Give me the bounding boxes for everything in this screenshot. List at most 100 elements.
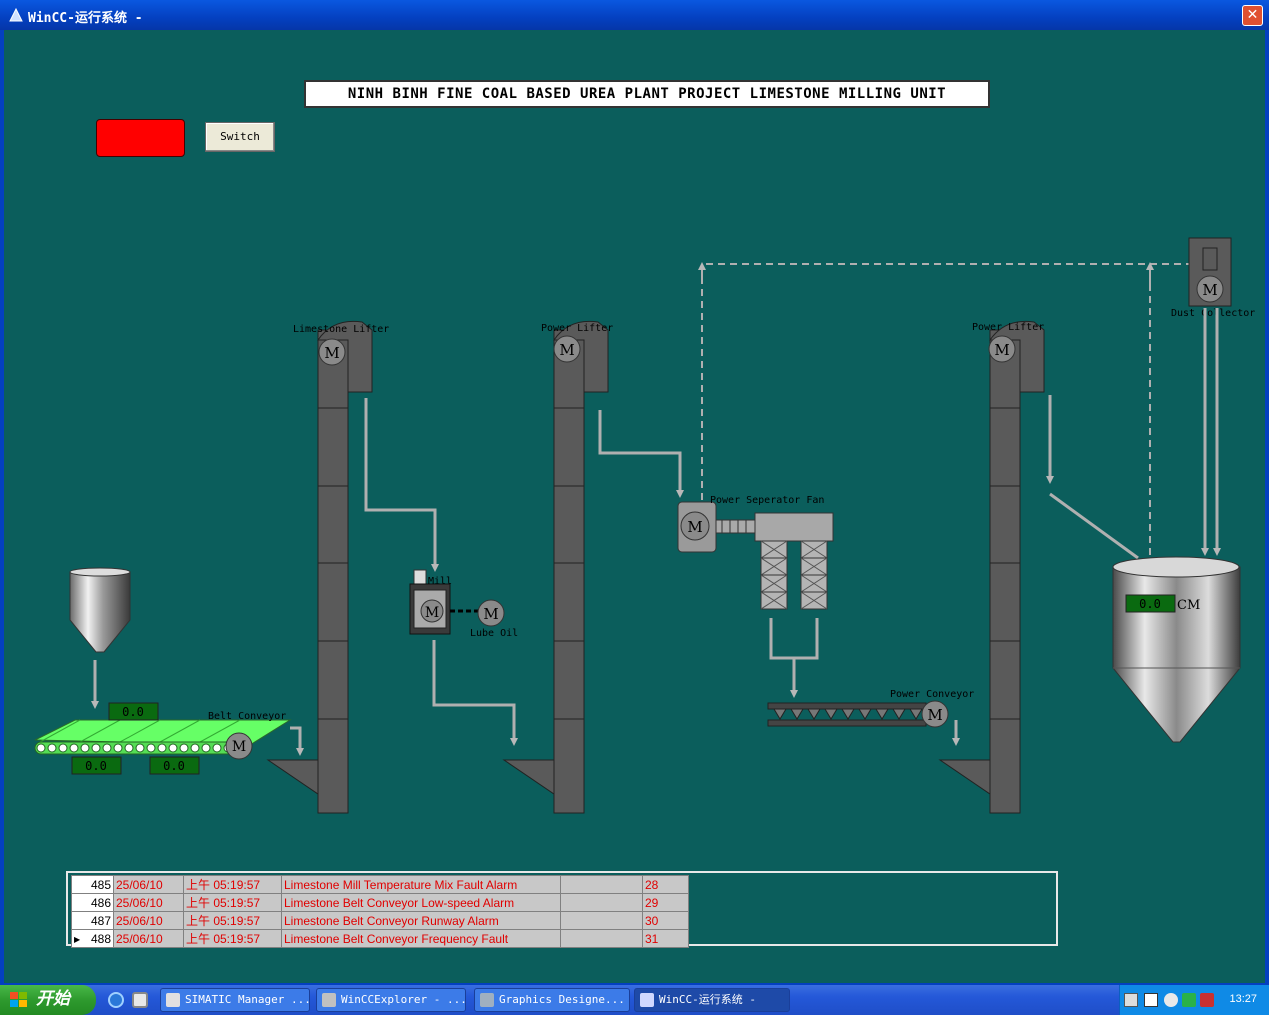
alarm-number-text: 485 bbox=[90, 877, 111, 892]
alarm-row[interactable]: ▶ 488 25/06/10 上午 05:19:57 Limestone Belt Co… bbox=[71, 929, 689, 948]
alarm-time-text: 上午 05:19:57 bbox=[186, 896, 261, 910]
alarm-code: 30 bbox=[642, 911, 689, 930]
power-lifter-1-motor-letter: M bbox=[559, 341, 574, 359]
alarm-code-text: 29 bbox=[645, 895, 659, 910]
alarm-row[interactable]: 487 25/06/10 上午 05:19:57 Limestone Belt Con… bbox=[71, 911, 689, 930]
alarm-number-text: 487 bbox=[90, 913, 111, 928]
alarm-code: 31 bbox=[642, 929, 689, 948]
alarm-code-text: 31 bbox=[645, 931, 659, 946]
desktop-quicklaunch-icon[interactable] bbox=[132, 992, 148, 1008]
power-lifter-2-motor[interactable]: M bbox=[988, 335, 1016, 363]
alarm-row[interactable]: 485 25/06/10 上午 05:19:57 Limestone Mill Tem… bbox=[71, 875, 689, 894]
power-conveyor-motor[interactable]: M bbox=[921, 700, 949, 728]
taskbar-task-3[interactable]: Graphics Designe... bbox=[474, 988, 630, 1012]
keyboard-icon[interactable] bbox=[1124, 993, 1138, 1007]
clock[interactable]: 13:27 bbox=[1229, 993, 1257, 1005]
alarm-table[interactable]: 485 25/06/10 上午 05:19:57 Limestone Mill Tem… bbox=[71, 875, 689, 948]
limestone-lifter-motor[interactable]: M bbox=[318, 338, 346, 366]
limestone-lifter-label: Limestone Lifter bbox=[293, 324, 389, 335]
dust-collector-motor-letter: M bbox=[1202, 281, 1217, 299]
product-silo[interactable] bbox=[1112, 556, 1241, 743]
start-button[interactable]: 开始 bbox=[0, 985, 96, 1015]
separator-fan[interactable]: M bbox=[677, 501, 757, 553]
silo-level-value: 0.0 bbox=[1139, 597, 1161, 611]
system-tray: 13:27 bbox=[1119, 985, 1269, 1015]
belt-load-readout: 0.0 bbox=[149, 756, 200, 775]
belt-current-readout: 0.0 bbox=[71, 756, 122, 775]
help-icon[interactable] bbox=[1144, 993, 1158, 1007]
belt-left-value: 0.0 bbox=[85, 759, 107, 773]
alarm-row[interactable]: 486 25/06/10 上午 05:19:57 Limestone Belt Con… bbox=[71, 893, 689, 912]
windows-taskbar: 开始 SIMATIC Manager ... WinCCExplorer - ..… bbox=[0, 985, 1269, 1015]
alarm-time: 上午 05:19:57 bbox=[183, 893, 282, 912]
limestone-lifter-motor-letter: M bbox=[324, 344, 339, 362]
dust-return-line bbox=[701, 263, 1198, 500]
alarm-time: 上午 05:19:57 bbox=[183, 929, 282, 948]
alarm-date-text: 25/06/10 bbox=[116, 895, 163, 910]
taskbar-task-2[interactable]: WinCCExplorer - ... bbox=[316, 988, 466, 1012]
alarm-time: 上午 05:19:57 bbox=[183, 911, 282, 930]
belt-discharge-pipe bbox=[290, 726, 304, 756]
mill-to-lifter-pipe bbox=[432, 640, 518, 746]
alarm-code-text: 28 bbox=[645, 877, 659, 892]
alarm-date: 25/06/10 bbox=[113, 893, 184, 912]
dust-collector-feed-pipes bbox=[1203, 308, 1219, 545]
dust-collector[interactable]: M bbox=[1188, 237, 1232, 307]
alarm-list-panel[interactable]: 485 25/06/10 上午 05:19:57 Limestone Mill Tem… bbox=[66, 871, 1058, 948]
selected-row-marker-icon: ▶ bbox=[74, 934, 81, 944]
mill-motor-letter: M bbox=[425, 605, 439, 621]
task-app-icon bbox=[322, 993, 336, 1007]
alarm-number-text: 488 bbox=[90, 931, 111, 946]
alarm-time-text: 上午 05:19:57 bbox=[186, 878, 261, 892]
power-lifter-1-motor[interactable]: M bbox=[553, 335, 581, 363]
alarm-message: Limestone Mill Temperature Mix Fault Ala… bbox=[281, 875, 561, 894]
alarm-time-text: 上午 05:19:57 bbox=[186, 914, 261, 928]
security-icon[interactable] bbox=[1200, 993, 1214, 1007]
powder-separator[interactable] bbox=[754, 512, 834, 610]
alarm-number: 486 bbox=[71, 893, 114, 912]
tray-chevron-icon[interactable] bbox=[1164, 993, 1178, 1007]
alarm-number-text: 486 bbox=[90, 895, 111, 910]
alarm-number: 485 bbox=[71, 875, 114, 894]
lube-oil-motor-letter: M bbox=[483, 605, 498, 623]
start-label: 开始 bbox=[36, 989, 70, 1009]
power-lifter-1[interactable] bbox=[502, 320, 609, 814]
belt-speed-readout: 0.0 bbox=[108, 702, 159, 721]
network-icon[interactable] bbox=[1182, 993, 1196, 1007]
power-conveyor[interactable] bbox=[767, 702, 927, 727]
status-indicator-light bbox=[96, 119, 185, 157]
alarm-time-text: 上午 05:19:57 bbox=[186, 932, 261, 946]
power-lifter-2-motor-letter: M bbox=[994, 341, 1009, 359]
alarm-message: Limestone Belt Conveyor Runway Alarm bbox=[281, 911, 561, 930]
lifter-to-silo-pipe-b bbox=[1049, 492, 1139, 560]
task-label: Graphics Designe... bbox=[499, 993, 625, 1006]
lifter-to-fan-pipe bbox=[598, 410, 684, 498]
ie-quicklaunch-icon[interactable] bbox=[108, 992, 124, 1008]
power-conveyor-motor-letter: M bbox=[927, 706, 942, 724]
alarm-date: 25/06/10 bbox=[113, 911, 184, 930]
alarm-code-text: 30 bbox=[645, 913, 659, 928]
belt-motor[interactable]: M bbox=[225, 732, 253, 760]
alarm-message: Limestone Belt Conveyor Low-speed Alarm bbox=[281, 893, 561, 912]
alarm-message: Limestone Belt Conveyor Frequency Fault bbox=[281, 929, 561, 948]
taskbar-task-4[interactable]: WinCC-运行系统 - bbox=[634, 988, 790, 1012]
mill-label: Mill bbox=[428, 576, 452, 587]
alarm-message-text: Limestone Belt Conveyor Runway Alarm bbox=[284, 913, 499, 928]
belt-right-value: 0.0 bbox=[163, 759, 185, 773]
limestone-lifter[interactable] bbox=[266, 320, 373, 814]
task-app-icon bbox=[640, 993, 654, 1007]
alarm-date-text: 25/06/10 bbox=[116, 877, 163, 892]
lifter-to-mill-pipe bbox=[364, 398, 439, 572]
alarm-number: 487 bbox=[71, 911, 114, 930]
taskbar-task-1[interactable]: SIMATIC Manager ... bbox=[160, 988, 310, 1012]
lube-oil-motor[interactable]: M bbox=[477, 599, 505, 627]
alarm-time: 上午 05:19:57 bbox=[183, 875, 282, 894]
lube-oil-label: Lube Oil bbox=[470, 628, 518, 639]
alarm-extra bbox=[560, 875, 643, 894]
power-lifter-1-label: Power Lifter bbox=[541, 323, 613, 334]
alarm-number: ▶ 488 bbox=[71, 929, 114, 948]
alarm-date-text: 25/06/10 bbox=[116, 913, 163, 928]
alarm-date: 25/06/10 bbox=[113, 875, 184, 894]
switch-button[interactable]: Switch bbox=[205, 122, 275, 152]
process-diagram: Belt Conveyor M 0.0 0.0 0.0 Limestone Li… bbox=[34, 237, 1255, 814]
